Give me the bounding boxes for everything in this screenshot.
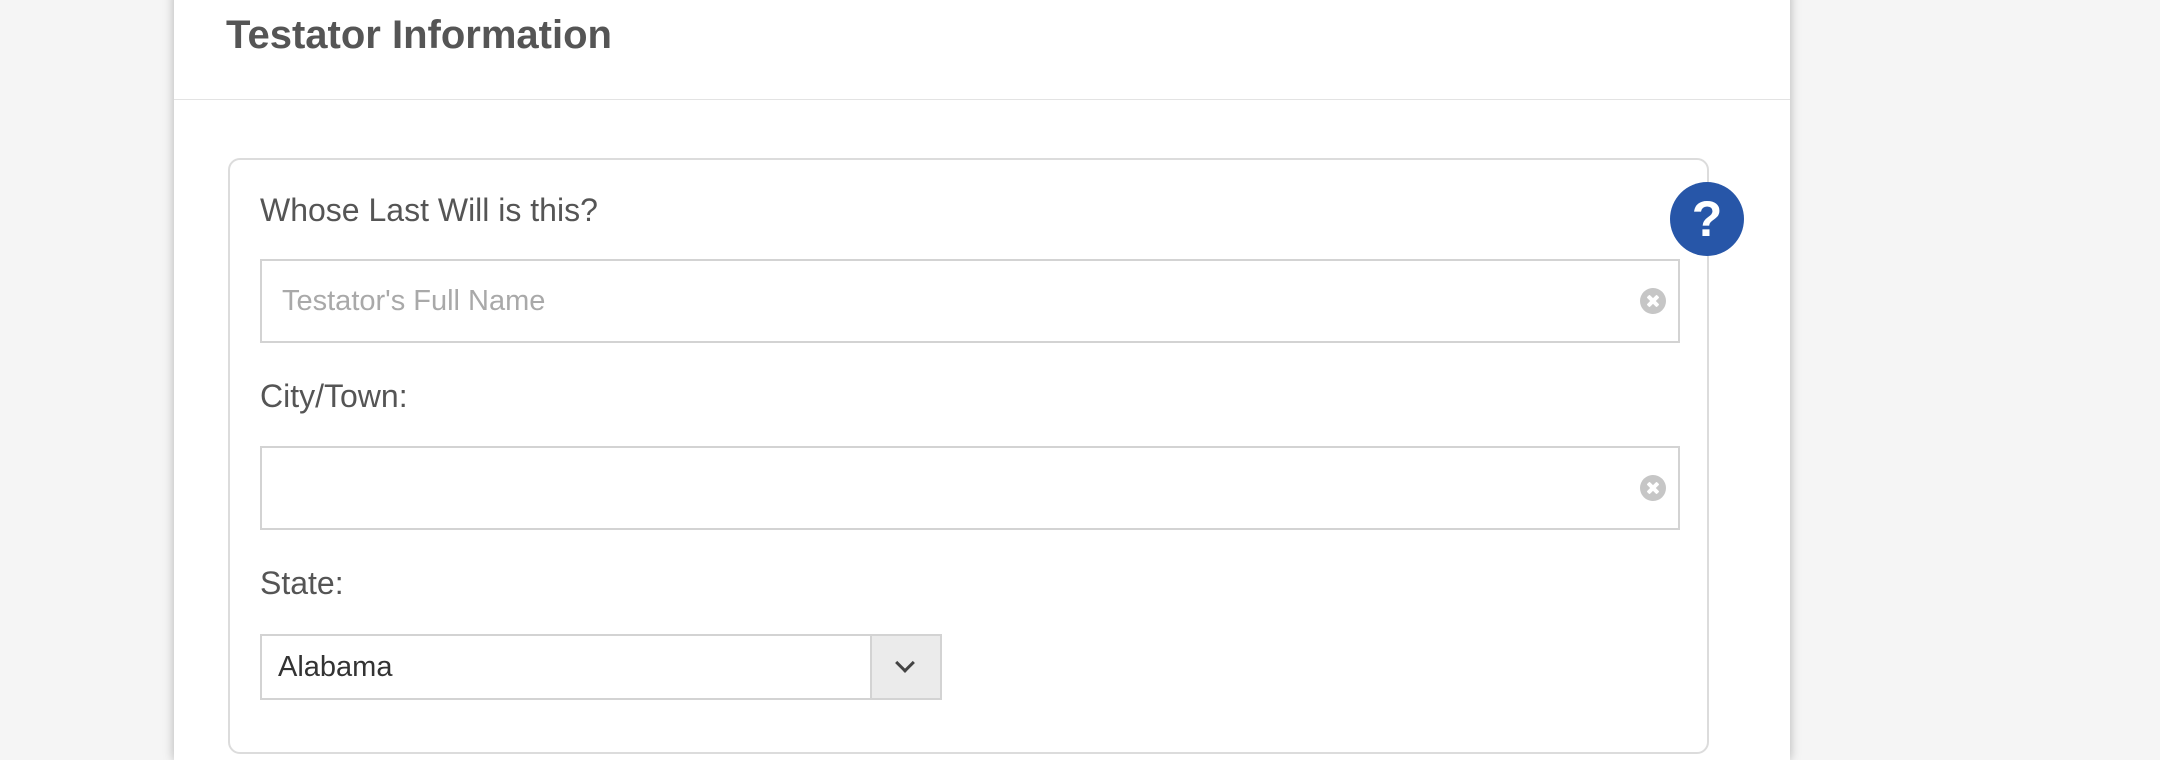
clear-icon[interactable] bbox=[1640, 475, 1666, 501]
city-input[interactable] bbox=[262, 448, 1678, 528]
question-panel: Whose Last Will is this? ? City/Town: St… bbox=[228, 158, 1744, 754]
dropdown-toggle[interactable] bbox=[870, 636, 940, 698]
state-selected-value: Alabama bbox=[278, 651, 393, 683]
state-select[interactable]: Alabama bbox=[260, 634, 942, 700]
question-mark-icon: ? bbox=[1691, 191, 1723, 247]
chevron-down-icon bbox=[895, 653, 915, 673]
help-button[interactable]: ? bbox=[1670, 182, 1744, 256]
section-title: Testator Information bbox=[226, 13, 612, 57]
full-name-field bbox=[260, 259, 1680, 343]
card-header: Testator Information bbox=[174, 0, 1790, 100]
full-name-input[interactable] bbox=[262, 261, 1678, 341]
clear-icon[interactable] bbox=[1640, 288, 1666, 314]
city-field bbox=[260, 446, 1680, 530]
testator-information-card: Testator Information Whose Last Will is … bbox=[174, 0, 1790, 760]
question-prompt: Whose Last Will is this? bbox=[260, 192, 598, 228]
city-label: City/Town: bbox=[260, 378, 408, 414]
state-label: State: bbox=[260, 565, 344, 601]
